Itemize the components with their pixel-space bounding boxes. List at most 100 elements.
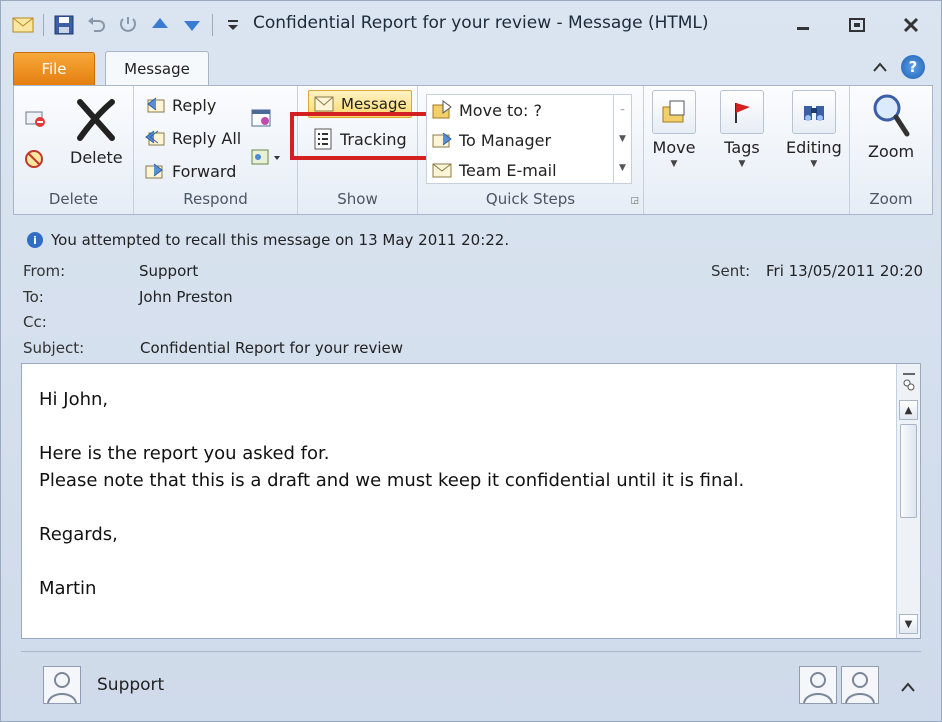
close-icon[interactable] bbox=[889, 11, 933, 39]
editing-label: Editing bbox=[786, 138, 842, 157]
avatar[interactable] bbox=[43, 666, 81, 704]
window-controls bbox=[781, 11, 933, 39]
move-button[interactable]: Move ▼ bbox=[652, 90, 696, 169]
quick-access-toolbar bbox=[11, 13, 245, 37]
qat-separator bbox=[212, 14, 213, 36]
move-icon bbox=[652, 90, 696, 134]
expand-people-pane-icon[interactable] bbox=[901, 678, 915, 696]
quick-steps-gallery: Move to: ? To Manager Team E-mail – ▼ ▼ bbox=[426, 94, 632, 184]
gallery-more-icon[interactable]: ▼ bbox=[619, 163, 626, 173]
group-zoom: Zoom Zoom bbox=[850, 86, 932, 214]
info-text: You attempted to recall this message on … bbox=[51, 231, 510, 249]
mail-icon[interactable] bbox=[11, 13, 35, 37]
chevron-down-icon: ▼ bbox=[738, 159, 746, 169]
quick-step-team-email[interactable]: Team E-mail bbox=[431, 159, 557, 181]
forward-label: Forward bbox=[172, 161, 237, 181]
people-pane: Support bbox=[21, 651, 921, 713]
body-line: Martin bbox=[39, 578, 97, 599]
info-bar: i You attempted to recall this message o… bbox=[27, 231, 509, 249]
scroll-up-icon[interactable]: ▲ bbox=[899, 400, 918, 420]
avatar[interactable] bbox=[799, 666, 837, 704]
zoom-label: Zoom bbox=[868, 142, 915, 161]
group-label-quick-steps: Quick Steps bbox=[485, 190, 576, 208]
up-icon[interactable] bbox=[148, 13, 172, 37]
magnifier-icon bbox=[871, 92, 911, 142]
group-label-delete: Delete bbox=[48, 190, 99, 208]
folder-move-icon bbox=[431, 99, 453, 121]
tab-file[interactable]: File bbox=[13, 52, 95, 85]
body-line: Regards, bbox=[39, 524, 118, 545]
undo-icon[interactable] bbox=[84, 13, 108, 37]
redo-icon[interactable] bbox=[116, 13, 140, 37]
group-label-show: Show bbox=[337, 190, 378, 208]
quick-step-label: To Manager bbox=[459, 130, 552, 150]
qat-separator bbox=[43, 14, 44, 36]
body-line bbox=[39, 413, 744, 440]
help-area: ? bbox=[873, 55, 925, 79]
quick-step-to-manager[interactable]: To Manager bbox=[431, 129, 551, 151]
minimize-icon[interactable] bbox=[781, 11, 825, 39]
scroll-down-icon[interactable]: ▼ bbox=[899, 614, 918, 634]
collapse-ribbon-icon[interactable] bbox=[873, 58, 887, 76]
zoom-button[interactable]: Zoom bbox=[868, 92, 914, 161]
to-label: To: bbox=[23, 288, 44, 306]
title-bar: Confidential Report for your review - Me… bbox=[1, 1, 941, 49]
ribbon: Delete Delete Reply Reply All Forward Re… bbox=[13, 85, 933, 215]
chevron-down-icon: ▼ bbox=[810, 159, 818, 169]
group-delete: Delete Delete bbox=[14, 86, 134, 214]
scroll-down-icon[interactable]: ▼ bbox=[619, 134, 626, 144]
forward-button[interactable]: Forward bbox=[144, 160, 236, 182]
group-quick-steps: Move to: ? To Manager Team E-mail – ▼ ▼ … bbox=[418, 86, 644, 214]
team-email-icon bbox=[431, 159, 453, 181]
editing-button[interactable]: Editing ▼ bbox=[786, 90, 842, 169]
chevron-down-icon: ▼ bbox=[670, 159, 678, 169]
info-icon: i bbox=[27, 232, 43, 248]
message-body-text: Hi John, Here is the report you asked fo… bbox=[39, 386, 744, 602]
quick-steps-scroll[interactable]: – ▼ ▼ bbox=[613, 95, 631, 183]
quick-step-label: Team E-mail bbox=[459, 160, 557, 180]
people-pane-name[interactable]: Support bbox=[97, 675, 164, 695]
down-icon[interactable] bbox=[180, 13, 204, 37]
flag-icon bbox=[720, 90, 764, 134]
tab-message[interactable]: Message bbox=[105, 51, 209, 86]
from-label: From: bbox=[23, 262, 66, 280]
quick-step-move-to[interactable]: Move to: ? bbox=[431, 99, 542, 121]
delete-x-icon bbox=[72, 96, 120, 148]
ignore-icon[interactable] bbox=[24, 106, 46, 128]
reply-all-button[interactable]: Reply All bbox=[144, 127, 241, 149]
delete-button-label: Delete bbox=[70, 148, 123, 167]
save-icon[interactable] bbox=[52, 13, 76, 37]
vertical-scrollbar[interactable]: ▲ ▼ bbox=[896, 364, 920, 638]
junk-icon[interactable] bbox=[24, 148, 46, 170]
outlook-message-window: Confidential Report for your review - Me… bbox=[0, 0, 942, 722]
message-body[interactable]: Hi John, Here is the report you asked fo… bbox=[21, 363, 921, 639]
body-line: Hi John, bbox=[39, 389, 109, 410]
delete-button[interactable]: Delete bbox=[70, 96, 123, 167]
window-title: Confidential Report for your review - Me… bbox=[253, 13, 709, 33]
meeting-icon[interactable] bbox=[250, 106, 272, 128]
body-line bbox=[39, 548, 744, 575]
group-respond: Reply Reply All Forward Respond bbox=[134, 86, 298, 214]
from-value[interactable]: Support bbox=[139, 262, 198, 280]
customize-icon[interactable] bbox=[221, 13, 245, 37]
reply-button[interactable]: Reply bbox=[144, 94, 216, 116]
tags-button[interactable]: Tags ▼ bbox=[720, 90, 764, 169]
reply-all-label: Reply All bbox=[172, 128, 242, 148]
scroll-up-icon[interactable]: – bbox=[620, 105, 625, 115]
scroll-thumb[interactable] bbox=[900, 424, 917, 518]
help-icon[interactable]: ? bbox=[901, 55, 925, 79]
more-respond-icon[interactable] bbox=[250, 146, 284, 168]
message-show-label: Message bbox=[341, 95, 407, 113]
tracking-highlight-box bbox=[290, 112, 430, 160]
people-pane-toggle-icon[interactable] bbox=[899, 368, 918, 396]
reply-icon bbox=[144, 94, 166, 116]
move-label: Move bbox=[652, 138, 696, 157]
sent-value: Fri 13/05/2011 20:20 bbox=[766, 262, 924, 280]
reply-label: Reply bbox=[172, 95, 217, 115]
restore-icon[interactable] bbox=[835, 11, 879, 39]
avatar[interactable] bbox=[841, 666, 879, 704]
binoculars-icon bbox=[791, 90, 836, 134]
tags-label: Tags bbox=[724, 138, 760, 157]
to-value[interactable]: John Preston bbox=[139, 288, 233, 306]
reply-all-icon bbox=[144, 127, 166, 149]
